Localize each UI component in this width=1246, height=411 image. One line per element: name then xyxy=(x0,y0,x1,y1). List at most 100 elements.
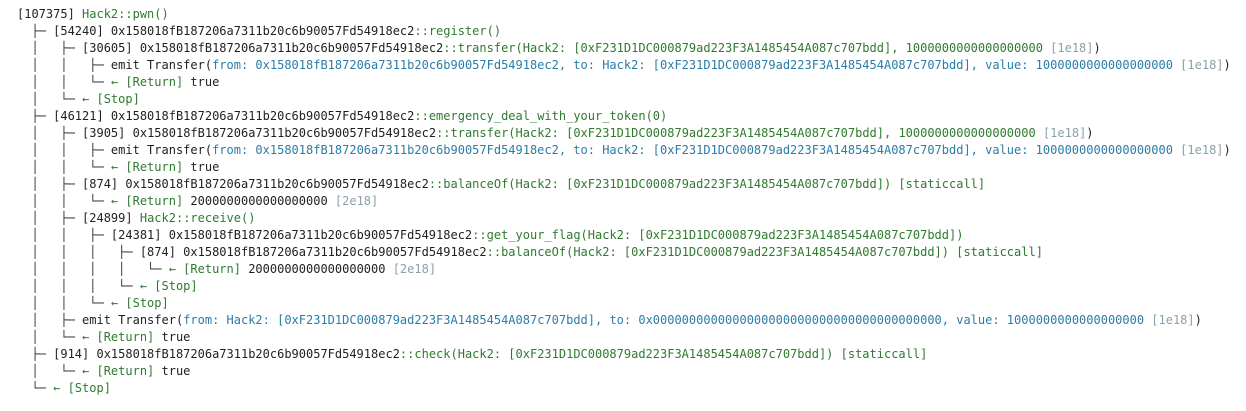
trace-suffix: [staticcall] xyxy=(891,177,986,191)
trace-line: │ │ └─ ← [Return] true xyxy=(17,74,1246,91)
trace-tree-branch: │ ├─ xyxy=(17,41,83,55)
trace-call: true xyxy=(154,364,191,378)
trace-call: Hack2::pwn() xyxy=(82,7,169,21)
trace-target: ← [Stop] xyxy=(110,296,169,310)
trace-line: │ │ │ │ └─ ← [Return] 200000000000000000… xyxy=(17,261,1246,278)
trace-target: ← [Return] xyxy=(168,262,241,276)
trace-tree-branch: │ │ ├─ xyxy=(17,58,111,72)
trace-call: true xyxy=(154,330,191,344)
trace-call: ::balanceOf(Hack2: [0xF231D1DC000879ad22… xyxy=(486,245,949,259)
trace-target: ← [Stop] xyxy=(53,381,111,395)
trace-call: ::register() xyxy=(414,24,502,38)
trace-target: emit Transfer( xyxy=(82,313,184,327)
trace-target: ← [Stop] xyxy=(82,92,140,106)
trace-gas: [30605] xyxy=(82,41,133,55)
trace-gas: [24381] xyxy=(110,228,162,242)
trace-line: │ │ ├─ emit Transfer(from: 0x158018fB187… xyxy=(17,57,1246,74)
trace-line: │ └─ ← [Stop] xyxy=(17,91,1246,108)
trace-tree-branch: │ │ └─ xyxy=(17,194,111,208)
trace-tree-branch: │ │ └─ xyxy=(17,296,111,310)
trace-call: from: Hack2: [0xF231D1DC000879ad223F3A14… xyxy=(183,313,1145,327)
trace-suffix: ) xyxy=(1223,58,1231,72)
trace-target: ← [Return] xyxy=(110,75,184,89)
trace-gas: [874] xyxy=(82,177,119,191)
trace-line: │ ├─ emit Transfer(from: Hack2: [0xF231D… xyxy=(17,312,1246,329)
trace-line: │ ├─ [24899] Hack2::receive() xyxy=(17,210,1246,227)
trace-line: │ └─ ← [Return] true xyxy=(17,329,1246,346)
trace-suffix: [staticcall] xyxy=(949,245,1043,259)
trace-hint: [1e18] xyxy=(1144,313,1195,327)
trace-tree-branch: │ │ └─ xyxy=(17,160,111,174)
trace-call: Hack2::receive() xyxy=(139,211,256,225)
trace-suffix: ) xyxy=(1223,143,1231,157)
trace-hint: [2e18] xyxy=(385,262,437,276)
trace-line: │ │ └─ ← [Return] true xyxy=(17,159,1246,176)
trace-tree-branch: │ │ ├─ xyxy=(17,228,111,242)
trace-hint: [1e18] xyxy=(1172,143,1224,157)
trace-line: │ │ └─ ← [Return] 2000000000000000000 [2… xyxy=(17,193,1246,210)
trace-tree-branch: │ ├─ xyxy=(17,177,83,191)
trace-tree-branch: ├─ xyxy=(17,24,54,38)
trace-tree-branch: │ ├─ xyxy=(17,126,83,140)
trace-target: 0x158018fB187206a7311b20c6b90057Fd54918e… xyxy=(103,24,415,38)
trace-target: 0x158018fB187206a7311b20c6b90057Fd54918e… xyxy=(118,177,429,191)
trace-target: 0x158018fB187206a7311b20c6b90057Fd54918e… xyxy=(161,228,473,242)
trace-tree-branch: └─ xyxy=(17,381,54,395)
trace-call: true xyxy=(183,75,220,89)
trace-tree-branch: │ │ │ └─ xyxy=(17,279,140,293)
trace-target: 0x158018fB187206a7311b20c6b90057Fd54918e… xyxy=(125,126,437,140)
trace-tree-branch: ├─ xyxy=(17,109,54,123)
trace-tree-branch: │ └─ xyxy=(17,92,83,106)
trace-hint: [1e18] xyxy=(1035,126,1087,140)
trace-gas: [914] xyxy=(53,347,90,361)
trace-line: │ │ ├─ emit Transfer(from: 0x158018fB187… xyxy=(17,142,1246,159)
trace-line: │ │ ├─ [24381] 0x158018fB187206a7311b20c… xyxy=(17,227,1246,244)
trace-call: from: 0x158018fB187206a7311b20c6b90057Fd… xyxy=(212,58,1173,72)
trace-target: ← [Return] xyxy=(82,330,155,344)
trace-call: ::transfer(Hack2: [0xF231D1DC000879ad223… xyxy=(436,126,1036,140)
trace-line: └─ ← [Stop] xyxy=(17,380,1246,397)
trace-suffix: ) xyxy=(1194,313,1202,327)
trace-target: 0x158018fB187206a7311b20c6b90057Fd54918e… xyxy=(175,245,487,259)
trace-target: ← [Return] xyxy=(110,160,184,174)
trace-hint: [1e18] xyxy=(1172,58,1224,72)
trace-suffix: [staticcall] xyxy=(833,347,928,361)
trace-gas: [46121] xyxy=(53,109,104,123)
trace-call: ::transfer(Hack2: [0xF231D1DC000879ad223… xyxy=(443,41,1043,55)
trace-line: │ │ │ ├─ [874] 0x158018fB187206a7311b20c… xyxy=(17,244,1246,261)
trace-gas: [3905] xyxy=(82,126,126,140)
trace-target: 0x158018fB187206a7311b20c6b90057Fd54918e… xyxy=(89,347,400,361)
trace-tree-branch: │ │ ├─ xyxy=(17,143,111,157)
trace-target: emit Transfer( xyxy=(110,143,213,157)
trace-call: ::balanceOf(Hack2: [0xF231D1DC000879ad22… xyxy=(428,177,892,191)
trace-line: ├─ [46121] 0x158018fB187206a7311b20c6b90… xyxy=(17,108,1246,125)
trace-call: true xyxy=(183,160,220,174)
trace-call: 2000000000000000000 xyxy=(240,262,386,276)
trace-target: ← [Stop] xyxy=(139,279,198,293)
trace-tree-branch: │ └─ xyxy=(17,330,83,344)
trace-target xyxy=(75,7,82,21)
trace-call: from: 0x158018fB187206a7311b20c6b90057Fd… xyxy=(212,143,1173,157)
trace-suffix: ) xyxy=(1086,126,1094,140)
trace-line: │ ├─ [874] 0x158018fB187206a7311b20c6b90… xyxy=(17,176,1246,193)
trace-gas: [24899] xyxy=(82,211,133,225)
trace-target: 0x158018fB187206a7311b20c6b90057Fd54918e… xyxy=(132,41,444,55)
trace-target: ← [Return] xyxy=(110,194,184,208)
trace-line: ├─ [914] 0x158018fB187206a7311b20c6b9005… xyxy=(17,346,1246,363)
trace-tree-branch: ├─ xyxy=(17,347,54,361)
trace-call: 2000000000000000000 xyxy=(183,194,328,208)
trace-tree-branch: │ │ │ ├─ xyxy=(17,245,140,259)
trace-tree-branch: │ └─ xyxy=(17,364,83,378)
trace-tree-branch: │ ├─ xyxy=(17,313,83,327)
trace-gas: [107375] xyxy=(17,7,75,21)
trace-gas: [54240] xyxy=(53,24,104,38)
trace-tree-branch: │ │ │ │ └─ xyxy=(17,262,169,276)
trace-suffix: ) xyxy=(1093,41,1101,55)
trace-target: emit Transfer( xyxy=(110,58,213,72)
trace-call: ::check(Hack2: [0xF231D1DC000879ad223F3A… xyxy=(399,347,834,361)
trace-line: [107375] Hack2::pwn() xyxy=(17,6,1246,23)
trace-tree-branch: │ │ └─ xyxy=(17,75,111,89)
trace-target: ← [Return] xyxy=(82,364,155,378)
trace-line: │ │ └─ ← [Stop] xyxy=(17,295,1246,312)
trace-line: │ └─ ← [Return] true xyxy=(17,363,1246,380)
